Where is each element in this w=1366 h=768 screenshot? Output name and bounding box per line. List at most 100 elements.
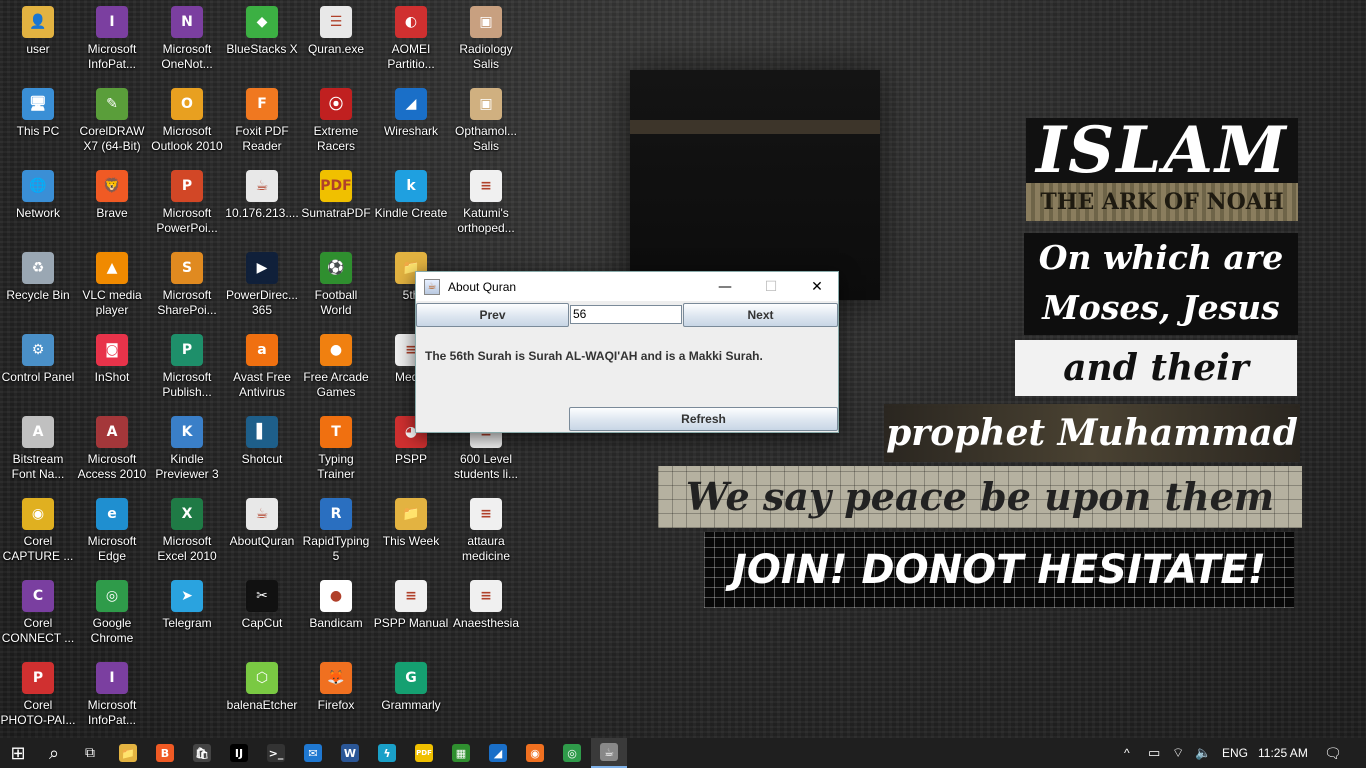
desktop-icon[interactable]: 🌐 Network [0,164,76,244]
desktop-icon[interactable]: ✎ CorelDRAW X7 (64-Bit) [74,82,150,162]
taskbar-app[interactable]: B [147,738,183,768]
desktop-icon[interactable]: ☕ 10.176.213.... [224,164,300,244]
desktop-icon[interactable]: ♻ Recycle Bin [0,246,76,326]
desktop-icon[interactable]: ▶ PowerDirec... 365 [224,246,300,326]
desktop-icon[interactable]: ◙ InShot [74,328,150,408]
desktop-icon[interactable]: ⦿ Extreme Racers [298,82,374,162]
desktop-icon[interactable]: ● Bandicam [298,574,374,654]
desktop-icon[interactable]: 🦁 Brave [74,164,150,244]
close-button[interactable]: ✕ [794,272,840,301]
desktop-icon[interactable]: ◎ Google Chrome [74,574,150,654]
notification-center-button[interactable]: 🗨 [1324,738,1342,768]
desktop-icon[interactable]: K Kindle Previewer 3 [149,410,225,490]
firefox-icon: 🦊 [320,662,352,694]
taskbar-app[interactable]: ✉ [295,738,331,768]
desktop-icon[interactable]: ≡ attaura medicine [448,492,524,572]
desktop-icon[interactable]: ▲ VLC media player [74,246,150,326]
desktop-icon[interactable]: ◢ Wireshark [373,82,449,162]
desktop-icon[interactable]: ✂ CapCut [224,574,300,654]
desktop-icon-label: InShot [94,370,130,384]
task-view-button[interactable]: ⧉ [72,738,108,768]
desktop-icon[interactable]: PDF SumatraPDF [298,164,374,244]
desktop-icon-label: AboutQuran [229,534,295,548]
desktop-icon[interactable]: ◐ AOMEI Partitio... [373,0,449,80]
infopath-icon: I [96,662,128,694]
desktop-icon[interactable]: N Microsoft OneNot... [149,0,225,80]
start-button[interactable]: ⊞ [0,738,36,768]
desktop-icon-label: PSPP Manual [373,616,449,630]
desktop-icon[interactable]: F Foxit PDF Reader [224,82,300,162]
desktop-icon[interactable]: P Microsoft Publish... [149,328,225,408]
intellij-icon: IJ [230,744,248,762]
taskbar-app[interactable]: 🛍 [184,738,220,768]
desktop-icon[interactable]: ▌ Shotcut [224,410,300,490]
desktop-icon[interactable]: a Avast Free Antivirus [224,328,300,408]
tray-show-hidden-button[interactable]: ^ [1124,738,1130,768]
prev-button[interactable]: Prev [416,303,569,327]
taskbar-app[interactable]: W [332,738,368,768]
desktop-icon[interactable]: T Typing Trainer [298,410,374,490]
taskbar-app[interactable]: ◉ [517,738,553,768]
surah-number-input[interactable]: 56 [570,305,682,324]
search-button[interactable]: ⌕ [36,738,72,768]
wifi-icon[interactable]: ⌔ [1172,738,1184,768]
desktop-icon[interactable]: I Microsoft InfoPat... [74,656,150,736]
desktop-icon[interactable]: ◉ Corel CAPTURE ... [0,492,76,572]
window-titlebar[interactable]: ☕ About Quran — ☐ ✕ [416,272,838,301]
taskbar-app[interactable]: PDF [406,738,442,768]
desktop-icon-label: Corel CONNECT ... [1,616,75,645]
desktop-icon[interactable]: O Microsoft Outlook 2010 [149,82,225,162]
minimize-button[interactable]: — [702,272,748,301]
clock[interactable]: 11:25 AM [1258,738,1308,768]
desktop-icon[interactable]: A Bitstream Font Na... [0,410,76,490]
desktop-icon[interactable]: ≡ PSPP Manual [373,574,449,654]
taskbar-app[interactable]: >_ [258,738,294,768]
desktop-icon[interactable]: C Corel CONNECT ... [0,574,76,654]
kindle-create-icon: k [395,170,427,202]
desktop-icon[interactable]: ➤ Telegram [149,574,225,654]
desktop-icon[interactable]: A Microsoft Access 2010 [74,410,150,490]
desktop-icon[interactable]: 📁 This Week [373,492,449,572]
desktop-icon[interactable]: I Microsoft InfoPat... [74,0,150,80]
desktop-icon[interactable]: 🦊 Firefox [298,656,374,736]
desktop-icon-label: Typing Trainer [317,452,355,481]
desktop-icon[interactable]: 🖥 This PC [0,82,76,162]
desktop-icon[interactable]: k Kindle Create [373,164,449,244]
desktop-icon[interactable]: ≡ Anaesthesia [448,574,524,654]
taskbar-app[interactable]: ▦ [443,738,479,768]
desktop-icon[interactable]: ● Free Arcade Games [298,328,374,408]
taskbar-app[interactable]: ϟ [369,738,405,768]
desktop-icon[interactable]: P Corel PHOTO-PAI... [0,656,76,736]
desktop-icon[interactable]: S Microsoft SharePoi... [149,246,225,326]
battery-icon[interactable]: ▭ [1148,738,1160,768]
sumatra-icon: PDF [415,744,433,762]
taskbar-app[interactable]: ☕ [591,738,627,768]
desktop-icon[interactable]: G Grammarly [373,656,449,736]
desktop-icon[interactable]: ⬡ balenaEtcher [224,656,300,736]
refresh-button[interactable]: Refresh [569,407,838,431]
desktop-icon[interactable]: ⚙ Control Panel [0,328,76,408]
desktop-icon-label: Firefox [317,698,355,712]
desktop-icon[interactable]: ◆ BlueStacks X [224,0,300,80]
taskbar-app[interactable]: IJ [221,738,257,768]
desktop-icon[interactable]: e Microsoft Edge [74,492,150,572]
search-icon: ⌕ [48,742,60,764]
maximize-button[interactable]: ☐ [748,272,794,301]
desktop-icon[interactable]: ⚽ Football World [298,246,374,326]
desktop-icon[interactable]: ☰ Quran.exe [298,0,374,80]
desktop-icon[interactable]: 👤 user [0,0,76,80]
desktop-icon[interactable]: R RapidTyping 5 [298,492,374,572]
taskbar-app[interactable]: ◎ [554,738,590,768]
desktop-icon[interactable]: ☕ AboutQuran [224,492,300,572]
language-indicator[interactable]: ENG [1222,738,1248,768]
desktop-icon[interactable]: P Microsoft PowerPoi... [149,164,225,244]
taskbar-app[interactable]: 📁 [110,738,146,768]
taskbar-app[interactable]: ◢ [480,738,516,768]
desktop-icon[interactable]: ▣ Opthamol... Salis [448,82,524,162]
desktop-icon[interactable]: ▣ Radiology Salis [448,0,524,80]
volume-icon[interactable]: 🔈 [1195,738,1211,768]
next-button[interactable]: Next [683,303,838,327]
desktop-icon[interactable]: ≡ Katumi's orthoped... [448,164,524,244]
desktop-icon-label: Microsoft Excel 2010 [157,534,217,563]
desktop-icon[interactable]: X Microsoft Excel 2010 [149,492,225,572]
